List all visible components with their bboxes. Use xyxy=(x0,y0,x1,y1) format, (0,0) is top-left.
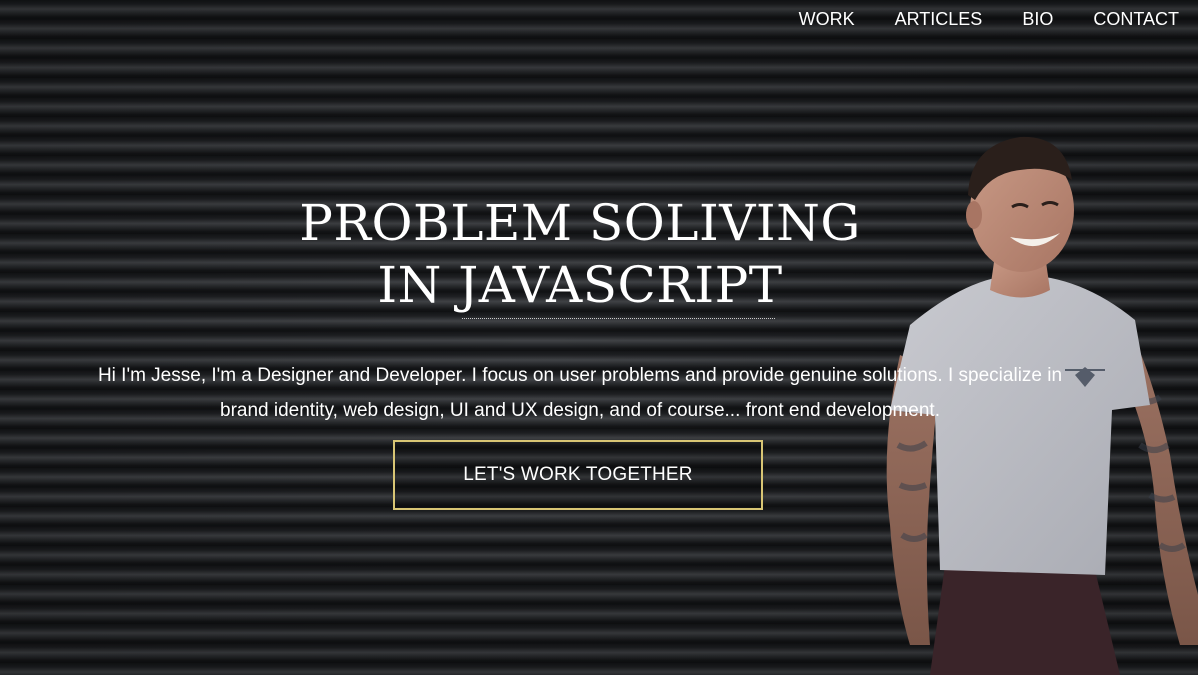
headline-line-1: PROBLEM SOLIVING xyxy=(299,194,861,252)
work-together-button[interactable]: LET'S WORK TOGETHER xyxy=(393,440,763,510)
nav-item-contact[interactable]: CONTACT xyxy=(1093,9,1179,29)
nav-item-work[interactable]: WORK xyxy=(799,9,855,29)
nav-item-bio[interactable]: BIO xyxy=(1022,9,1053,29)
intro-paragraph: Hi I'm Jesse, I'm a Designer and Develop… xyxy=(97,365,1063,421)
nav-item-articles[interactable]: ARTICLES xyxy=(895,9,983,29)
headline-underline xyxy=(462,318,775,319)
headline-line-2: IN JAVASCRIPT xyxy=(377,256,783,314)
page-title: PROBLEM SOLIVING IN JAVASCRIPT xyxy=(230,192,930,316)
top-navigation: WORK ARTICLES BIO CONTACT xyxy=(799,9,1179,29)
hero-section: WORK ARTICLES BIO CONTACT PROBLEM SOLIVI… xyxy=(0,0,1198,675)
